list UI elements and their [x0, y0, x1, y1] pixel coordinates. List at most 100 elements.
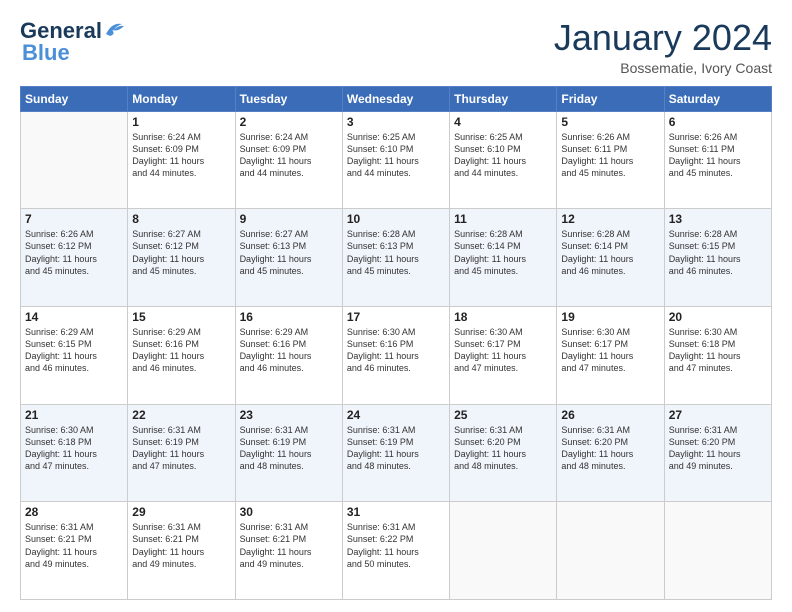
table-row: 21Sunrise: 6:30 AMSunset: 6:18 PMDayligh…: [21, 404, 128, 502]
th-thursday: Thursday: [450, 86, 557, 111]
day-info: Sunrise: 6:24 AMSunset: 6:09 PMDaylight:…: [240, 131, 338, 180]
subtitle: Bossematie, Ivory Coast: [554, 60, 772, 76]
table-row: 4Sunrise: 6:25 AMSunset: 6:10 PMDaylight…: [450, 111, 557, 209]
day-info: Sunrise: 6:30 AMSunset: 6:16 PMDaylight:…: [347, 326, 445, 375]
table-row: 15 Sunrise: 6:29 AMSunset: 6:16 PMDayligh…: [128, 306, 235, 404]
day-number: 18: [454, 310, 552, 324]
day-number: 22: [132, 408, 230, 422]
page: General Blue January 2024 Bossematie, Iv…: [0, 0, 792, 612]
day-number: 20: [669, 310, 767, 324]
day-info: Sunrise: 6:25 AMSunset: 6:10 PMDaylight:…: [347, 131, 445, 180]
day-number: 29: [132, 505, 230, 519]
day-info: Sunrise: 6:28 AMSunset: 6:15 PMDaylight:…: [669, 228, 767, 277]
day-number: 7: [25, 212, 123, 226]
table-row: 17 Sunrise: 6:30 AMSunset: 6:16 PMDayligh…: [342, 306, 449, 404]
day-number: 15: [132, 310, 230, 324]
day-number: 6: [669, 115, 767, 129]
day-number: 24: [347, 408, 445, 422]
table-row: 5Sunrise: 6:26 AMSunset: 6:11 PMDaylight…: [557, 111, 664, 209]
day-number: 23: [240, 408, 338, 422]
day-number: 27: [669, 408, 767, 422]
day-info: Sunrise: 6:30 AMSunset: 6:17 PMDaylight:…: [454, 326, 552, 375]
day-number: 8: [132, 212, 230, 226]
day-number: 10: [347, 212, 445, 226]
table-row: 3 Sunrise: 6:25 AMSunset: 6:10 PMDaylight…: [342, 111, 449, 209]
table-row: 7 Sunrise: 6:26 AMSunset: 6:12 PMDaylight…: [21, 209, 128, 307]
day-info: Sunrise: 6:27 AMSunset: 6:12 PMDaylight:…: [132, 228, 230, 277]
day-number: 14: [25, 310, 123, 324]
th-saturday: Saturday: [664, 86, 771, 111]
logo: General Blue: [20, 18, 126, 66]
table-row: 2Sunrise: 6:24 AMSunset: 6:09 PMDaylight…: [235, 111, 342, 209]
day-number: 11: [454, 212, 552, 226]
table-row: 10 Sunrise: 6:28 AMSunset: 6:13 PMDayligh…: [342, 209, 449, 307]
calendar-week-row: 7 Sunrise: 6:26 AMSunset: 6:12 PMDaylight…: [21, 209, 772, 307]
day-info: Sunrise: 6:31 AMSunset: 6:19 PMDaylight:…: [132, 424, 230, 473]
day-info: Sunrise: 6:29 AMSunset: 6:16 PMDaylight:…: [240, 326, 338, 375]
logo-blue: Blue: [20, 40, 70, 66]
day-number: 21: [25, 408, 123, 422]
day-info: Sunrise: 6:27 AMSunset: 6:13 PMDaylight:…: [240, 228, 338, 277]
logo-bird-icon: [104, 20, 126, 38]
table-row: 27 Sunrise: 6:31 AMSunset: 6:20 PMDayligh…: [664, 404, 771, 502]
table-row: 20Sunrise: 6:30 AMSunset: 6:18 PMDayligh…: [664, 306, 771, 404]
day-info: Sunrise: 6:31 AMSunset: 6:20 PMDaylight:…: [669, 424, 767, 473]
day-info: Sunrise: 6:28 AMSunset: 6:14 PMDaylight:…: [454, 228, 552, 277]
day-number: 19: [561, 310, 659, 324]
day-info: Sunrise: 6:31 AMSunset: 6:19 PMDaylight:…: [240, 424, 338, 473]
table-row: [557, 502, 664, 600]
day-info: Sunrise: 6:26 AMSunset: 6:12 PMDaylight:…: [25, 228, 123, 277]
day-info: Sunrise: 6:31 AMSunset: 6:20 PMDaylight:…: [561, 424, 659, 473]
table-row: 6 Sunrise: 6:26 AMSunset: 6:11 PMDaylight…: [664, 111, 771, 209]
day-info: Sunrise: 6:31 AMSunset: 6:19 PMDaylight:…: [347, 424, 445, 473]
th-monday: Monday: [128, 86, 235, 111]
day-info: Sunrise: 6:31 AMSunset: 6:22 PMDaylight:…: [347, 521, 445, 570]
table-row: 8 Sunrise: 6:27 AMSunset: 6:12 PMDaylight…: [128, 209, 235, 307]
table-row: 29Sunrise: 6:31 AMSunset: 6:21 PMDayligh…: [128, 502, 235, 600]
calendar-week-row: 14Sunrise: 6:29 AMSunset: 6:15 PMDayligh…: [21, 306, 772, 404]
table-row: 25Sunrise: 6:31 AMSunset: 6:20 PMDayligh…: [450, 404, 557, 502]
day-number: 28: [25, 505, 123, 519]
table-row: 14Sunrise: 6:29 AMSunset: 6:15 PMDayligh…: [21, 306, 128, 404]
table-row: 24 Sunrise: 6:31 AMSunset: 6:19 PMDayligh…: [342, 404, 449, 502]
day-number: 13: [669, 212, 767, 226]
table-row: 26 Sunrise: 6:31 AMSunset: 6:20 PMDayligh…: [557, 404, 664, 502]
day-number: 9: [240, 212, 338, 226]
day-number: 5: [561, 115, 659, 129]
table-row: 1Sunrise: 6:24 AMSunset: 6:09 PMDaylight…: [128, 111, 235, 209]
day-info: Sunrise: 6:31 AMSunset: 6:21 PMDaylight:…: [240, 521, 338, 570]
day-number: 12: [561, 212, 659, 226]
table-row: 12Sunrise: 6:28 AMSunset: 6:14 PMDayligh…: [557, 209, 664, 307]
header: General Blue January 2024 Bossematie, Iv…: [20, 18, 772, 76]
calendar-week-row: 1Sunrise: 6:24 AMSunset: 6:09 PMDaylight…: [21, 111, 772, 209]
day-info: Sunrise: 6:30 AMSunset: 6:17 PMDaylight:…: [561, 326, 659, 375]
calendar-table: Sunday Monday Tuesday Wednesday Thursday…: [20, 86, 772, 600]
day-info: Sunrise: 6:31 AMSunset: 6:21 PMDaylight:…: [25, 521, 123, 570]
table-row: 18 Sunrise: 6:30 AMSunset: 6:17 PMDayligh…: [450, 306, 557, 404]
day-info: Sunrise: 6:28 AMSunset: 6:13 PMDaylight:…: [347, 228, 445, 277]
table-row: 19 Sunrise: 6:30 AMSunset: 6:17 PMDayligh…: [557, 306, 664, 404]
table-row: [21, 111, 128, 209]
day-number: 31: [347, 505, 445, 519]
header-row: Sunday Monday Tuesday Wednesday Thursday…: [21, 86, 772, 111]
day-number: 26: [561, 408, 659, 422]
day-number: 3: [347, 115, 445, 129]
day-number: 16: [240, 310, 338, 324]
th-tuesday: Tuesday: [235, 86, 342, 111]
day-number: 4: [454, 115, 552, 129]
table-row: 28 Sunrise: 6:31 AMSunset: 6:21 PMDayligh…: [21, 502, 128, 600]
table-row: 16 Sunrise: 6:29 AMSunset: 6:16 PMDayligh…: [235, 306, 342, 404]
day-info: Sunrise: 6:26 AMSunset: 6:11 PMDaylight:…: [669, 131, 767, 180]
th-sunday: Sunday: [21, 86, 128, 111]
calendar-week-row: 28 Sunrise: 6:31 AMSunset: 6:21 PMDayligh…: [21, 502, 772, 600]
month-title: January 2024: [554, 18, 772, 58]
day-info: Sunrise: 6:29 AMSunset: 6:16 PMDaylight:…: [132, 326, 230, 375]
table-row: 13 Sunrise: 6:28 AMSunset: 6:15 PMDayligh…: [664, 209, 771, 307]
table-row: 30Sunrise: 6:31 AMSunset: 6:21 PMDayligh…: [235, 502, 342, 600]
table-row: 9 Sunrise: 6:27 AMSunset: 6:13 PMDaylight…: [235, 209, 342, 307]
day-number: 17: [347, 310, 445, 324]
day-number: 25: [454, 408, 552, 422]
day-info: Sunrise: 6:24 AMSunset: 6:09 PMDaylight:…: [132, 131, 230, 180]
table-row: 31 Sunrise: 6:31 AMSunset: 6:22 PMDayligh…: [342, 502, 449, 600]
th-wednesday: Wednesday: [342, 86, 449, 111]
